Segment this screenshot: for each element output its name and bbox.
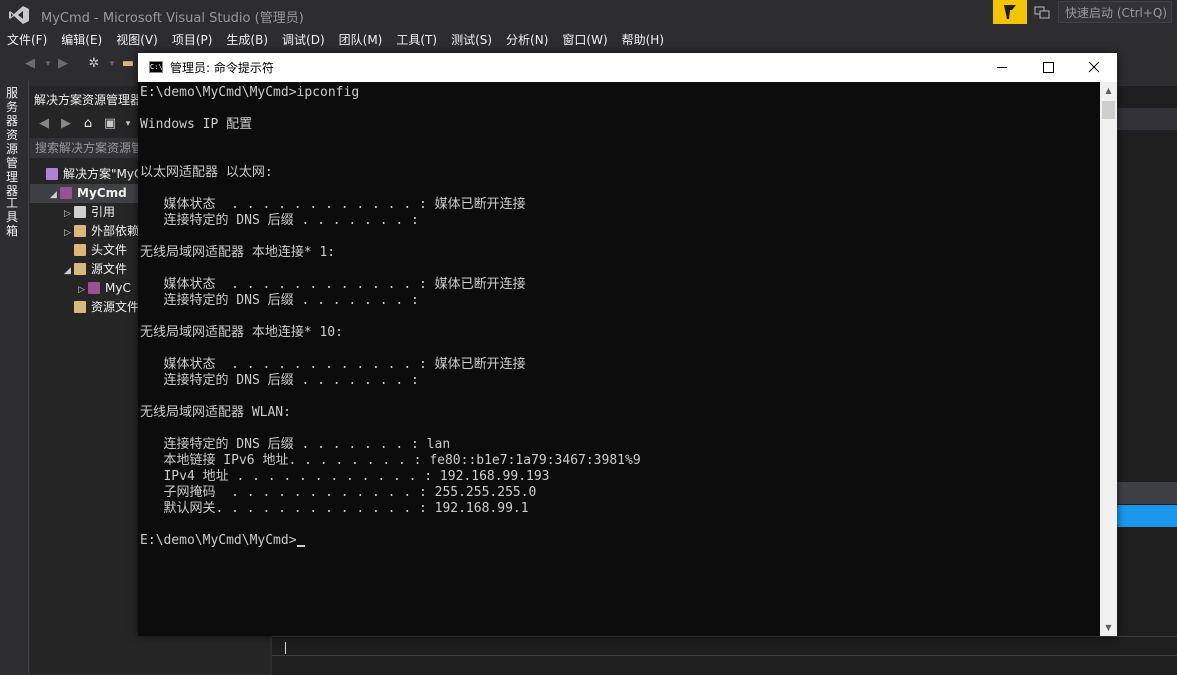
tree-item-label: MyC [105,281,131,295]
references-icon [74,206,86,218]
tree-item-label: 资源文件 [91,300,140,314]
console-line: 无线局域网适配器 本地连接* 10: [140,325,343,340]
console-line: E:\demo\MyCmd\MyCmd>ipconfig [140,85,360,100]
back-icon[interactable]: ◀ [36,116,52,132]
dropdown-arrow-icon[interactable]: ▾ [40,56,56,72]
console-line: 本地链接 IPv6 地址. . . . . . . . : fe80::b1e7… [140,453,641,468]
scroll-down-icon[interactable]: ▼ [1100,619,1117,636]
minimize-button[interactable] [979,53,1025,82]
tree-item-label: 源文件 [91,262,128,276]
selected-panel-row[interactable] [1117,505,1177,527]
forward-icon[interactable]: ▶ [58,116,74,132]
text-caret [285,642,286,654]
folder-icon [74,244,86,256]
scroll-up-icon[interactable]: ▲ [1100,82,1117,99]
window-title: MyCmd - Microsoft Visual Studio (管理员) [41,11,304,26]
console-line: 连接特定的 DNS 后缀 . . . . . . . : [140,373,419,388]
menu-item[interactable]: 文件(F) [0,30,54,50]
tree-item-label: 头文件 [91,243,128,257]
cpp-file-icon [88,282,100,294]
menu-item[interactable]: 视图(V) [109,30,165,50]
dropdown-arrow-icon[interactable]: ▾ [104,56,120,72]
external-deps-icon [74,225,86,237]
left-tool-strip: 服务器资源管理器 工具箱 [0,80,29,674]
console-line: 连接特定的 DNS 后缀 . . . . . . . : [140,293,419,308]
console-line: 以太网适配器 以太网: [140,165,273,180]
menu-item[interactable]: 窗口(W) [555,30,614,50]
navigate-back-icon[interactable]: ◀ [22,56,38,72]
maximize-icon [1043,62,1054,73]
tree-item-label: 外部依赖 [91,224,140,238]
scroll-thumb[interactable] [1102,101,1115,119]
close-button[interactable] [1071,53,1117,82]
panel-header [1117,108,1177,130]
flag-icon [1004,5,1016,19]
maximize-button[interactable] [1025,53,1071,82]
folder-icon [74,263,86,275]
console-line: 无线局域网适配器 本地连接* 1: [140,245,336,260]
console-line: Windows IP 配置 [140,117,253,132]
tree-item-label: MyCmd [77,186,127,200]
feedback-icon[interactable] [1034,4,1050,20]
menu-item[interactable]: 调试(D) [275,30,332,50]
console-line: 默认网关. . . . . . . . . . . . . : 192.168.… [140,501,529,516]
folder-icon [74,301,86,313]
console-line: 媒体状态 . . . . . . . . . . . . : 媒体已断开连接 [140,277,526,292]
menu-item[interactable]: 帮助(H) [615,30,671,50]
menu-item[interactable]: 编辑(E) [54,30,109,50]
home-icon[interactable]: ⌂ [80,116,96,132]
menu-item[interactable]: 团队(M) [332,30,390,50]
console-line: 连接特定的 DNS 后缀 . . . . . . . : [140,213,419,228]
minimize-icon [997,67,1007,68]
console-title: 管理员: 命令提示符 [170,61,274,75]
console-line: 子网掩码 . . . . . . . . . . . . : 255.255.2… [140,485,537,500]
visual-studio-logo-icon [9,6,29,24]
panel-row [1117,482,1177,504]
menu-item[interactable]: 工具(T) [389,30,444,50]
divider [272,655,1177,656]
console-cursor [296,545,305,547]
toolbox-tab[interactable]: 工具箱 [6,196,22,238]
cpp-project-icon [60,187,72,199]
tree-item-label: 引用 [91,205,116,219]
dropdown-arrow-icon[interactable]: ▾ [120,116,136,132]
sync-view-icon[interactable]: ▣ [102,116,118,132]
console-text: E:\demo\MyCmd\MyCmd>ipconfig Windows IP … [140,85,641,549]
console-scrollbar[interactable]: ▲ ▼ [1100,82,1117,636]
console-app-icon: C:\ [149,61,163,73]
console-line: IPv4 地址 . . . . . . . . . . . . : 192.16… [140,469,550,484]
open-file-icon[interactable]: ▬ [120,56,136,72]
console-line: 无线局域网适配器 WLAN: [140,405,291,420]
vs-title-bar: MyCmd - Microsoft Visual Studio (管理员) 快速… [0,0,1177,30]
solution-icon [46,168,58,180]
quick-launch-input[interactable]: 快速启动 (Ctrl+Q) [1058,1,1172,23]
console-line: 媒体状态 . . . . . . . . . . . . : 媒体已断开连接 [140,197,526,212]
console-title-bar[interactable]: C:\ 管理员: 命令提示符 [138,53,1117,82]
menu-item[interactable]: 项目(P) [165,30,220,50]
expand-arrow-icon[interactable]: ◢ [50,186,60,205]
server-explorer-tab[interactable]: 服务器资源管理器 [6,86,22,198]
menu-item[interactable]: 生成(B) [219,30,275,50]
new-project-icon[interactable]: ✲ [86,56,102,72]
menu-item[interactable]: 分析(N) [499,30,555,50]
notifications-button[interactable] [993,0,1027,24]
console-output[interactable]: E:\demo\MyCmd\MyCmd>ipconfig Windows IP … [138,82,1100,636]
console-line: E:\demo\MyCmd\MyCmd> [140,533,297,548]
close-icon [1088,61,1100,73]
navigate-forward-icon[interactable]: ▶ [55,56,71,72]
menu-bar: 文件(F) 编辑(E) 视图(V) 项目(P) 生成(B) 调试(D) 团队(M) 工具(T)… [0,30,1177,50]
console-line: 连接特定的 DNS 后缀 . . . . . . . : lan [140,437,451,452]
menu-item[interactable]: 测试(S) [444,30,499,50]
command-prompt-window[interactable]: C:\ 管理员: 命令提示符 E:\demo\MyCmd\MyCmd>ipcon… [138,53,1117,636]
solution-explorer-title: 解决方案资源管理器 [34,93,143,107]
console-line: 媒体状态 . . . . . . . . . . . . : 媒体已断开连接 [140,357,526,372]
expand-arrow-icon[interactable]: ◢ [64,262,74,281]
